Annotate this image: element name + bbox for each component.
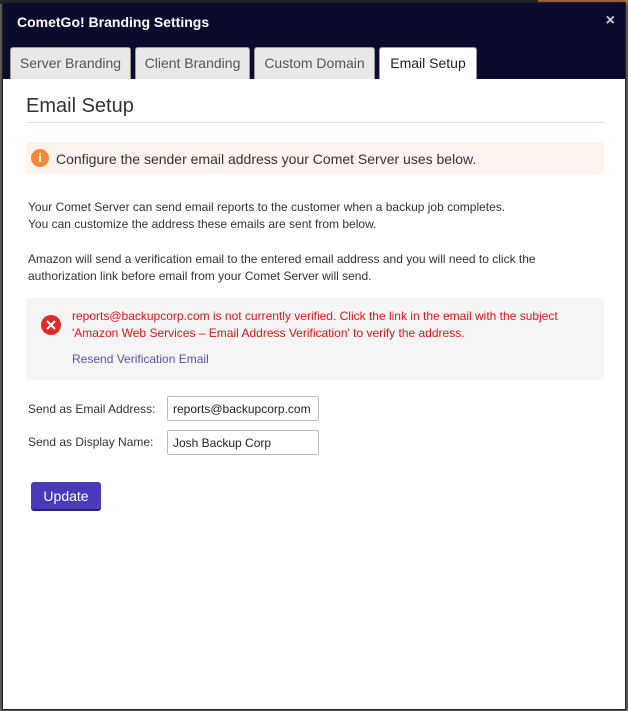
display-name-label: Send as Display Name:: [28, 435, 154, 449]
tab-client-branding[interactable]: Client Branding: [135, 47, 250, 79]
description-paragraph-2: Amazon will send a verification email to…: [28, 251, 608, 285]
email-address-label: Send as Email Address:: [28, 402, 156, 416]
description-line: Your Comet Server can send email reports…: [28, 200, 506, 214]
display-name-input[interactable]: [167, 430, 319, 455]
tab-bar: Server Branding Client Branding Custom D…: [3, 41, 625, 79]
tab-custom-domain[interactable]: Custom Domain: [254, 47, 375, 79]
error-x-icon: [41, 315, 61, 335]
info-banner-text: Configure the sender email address your …: [56, 151, 477, 167]
resend-verification-link[interactable]: Resend Verification Email: [72, 352, 209, 366]
page-title: Email Setup: [26, 95, 134, 117]
verification-error-box: reports@backupcorp.com is not currently …: [26, 298, 604, 380]
tab-server-branding[interactable]: Server Branding: [10, 47, 131, 79]
error-message: reports@backupcorp.com is not currently …: [72, 308, 592, 342]
info-banner: i Configure the sender email address you…: [26, 142, 604, 174]
description-paragraph-1: Your Comet Server can send email reports…: [28, 199, 608, 233]
description-line: authorization link before email from you…: [28, 269, 372, 283]
tab-email-setup[interactable]: Email Setup: [379, 47, 477, 79]
close-icon[interactable]: ×: [606, 12, 615, 30]
dialog-titlebar: CometGo! Branding Settings ×: [3, 3, 625, 41]
update-button[interactable]: Update: [31, 482, 101, 511]
branding-settings-dialog: CometGo! Branding Settings × Server Bran…: [2, 2, 626, 710]
error-line: 'Amazon Web Services – Email Address Ver…: [72, 326, 465, 340]
error-line: reports@backupcorp.com is not currently …: [72, 309, 558, 323]
description-line: Amazon will send a verification email to…: [28, 252, 536, 266]
description-line: You can customize the address these emai…: [28, 217, 377, 231]
email-address-input[interactable]: [167, 396, 319, 421]
dialog-title: CometGo! Branding Settings: [17, 14, 210, 30]
info-icon: i: [31, 149, 49, 167]
heading-divider: [26, 122, 604, 123]
